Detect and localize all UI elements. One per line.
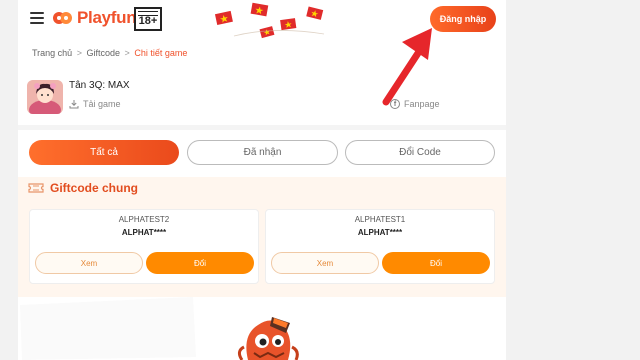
logo-mark-icon <box>53 12 72 24</box>
section-title: Giftcode chung <box>50 181 138 195</box>
giftcode-code: ALPHAT**** <box>121 228 167 237</box>
ticket-icon <box>28 183 44 193</box>
breadcrumb-home[interactable]: Trang chủ <box>32 48 72 58</box>
hamburger-menu-icon[interactable] <box>30 12 44 24</box>
breadcrumb: Trang chủ > Giftcode > Chi tiết game <box>32 48 187 58</box>
breadcrumb-current: Chi tiết game <box>134 48 188 58</box>
redeem-button[interactable]: Đổi <box>146 252 254 274</box>
game-name: Tân 3Q: MAX <box>69 80 130 91</box>
tab-all[interactable]: Tất cả <box>29 140 179 165</box>
tab-redeem-code[interactable]: Đổi Code <box>345 140 495 165</box>
game-icon <box>27 80 63 114</box>
playfun-logo[interactable]: Playfun <box>52 8 137 28</box>
giftcode-name: ALPHATEST1 <box>354 215 406 224</box>
red-arrow-annotation <box>382 28 432 106</box>
view-button[interactable]: Xem <box>35 252 143 274</box>
breadcrumb-giftcode[interactable]: Giftcode <box>87 48 121 58</box>
download-game-link[interactable]: Tải game <box>69 99 121 109</box>
redeem-button[interactable]: Đổi <box>382 252 490 274</box>
giftcode-card: ALPHATEST1 ALPHAT**** Xem Đổi <box>265 209 495 284</box>
view-button[interactable]: Xem <box>271 252 379 274</box>
vietnam-flags-decoration <box>214 2 325 39</box>
giftcode-card: ALPHATEST2 ALPHAT**** Xem Đổi <box>29 209 259 284</box>
mascot-illustration <box>20 297 299 360</box>
logo-text: Playfun <box>77 8 137 27</box>
section-header: Giftcode chung <box>28 181 138 195</box>
download-label: Tải game <box>83 99 121 109</box>
section-divider <box>18 125 506 130</box>
tab-received[interactable]: Đã nhận <box>187 140 338 165</box>
breadcrumb-separator: > <box>124 48 130 58</box>
giftcode-section: Giftcode chung ALPHATEST2 ALPHAT**** Xem… <box>18 177 506 297</box>
mascot-area <box>18 297 506 360</box>
giftcode-code: ALPHAT**** <box>357 228 403 237</box>
download-icon <box>69 100 79 109</box>
breadcrumb-separator: > <box>76 48 82 58</box>
age-rating-badge: 18+ <box>134 7 162 31</box>
giftcode-name: ALPHATEST2 <box>118 215 170 224</box>
